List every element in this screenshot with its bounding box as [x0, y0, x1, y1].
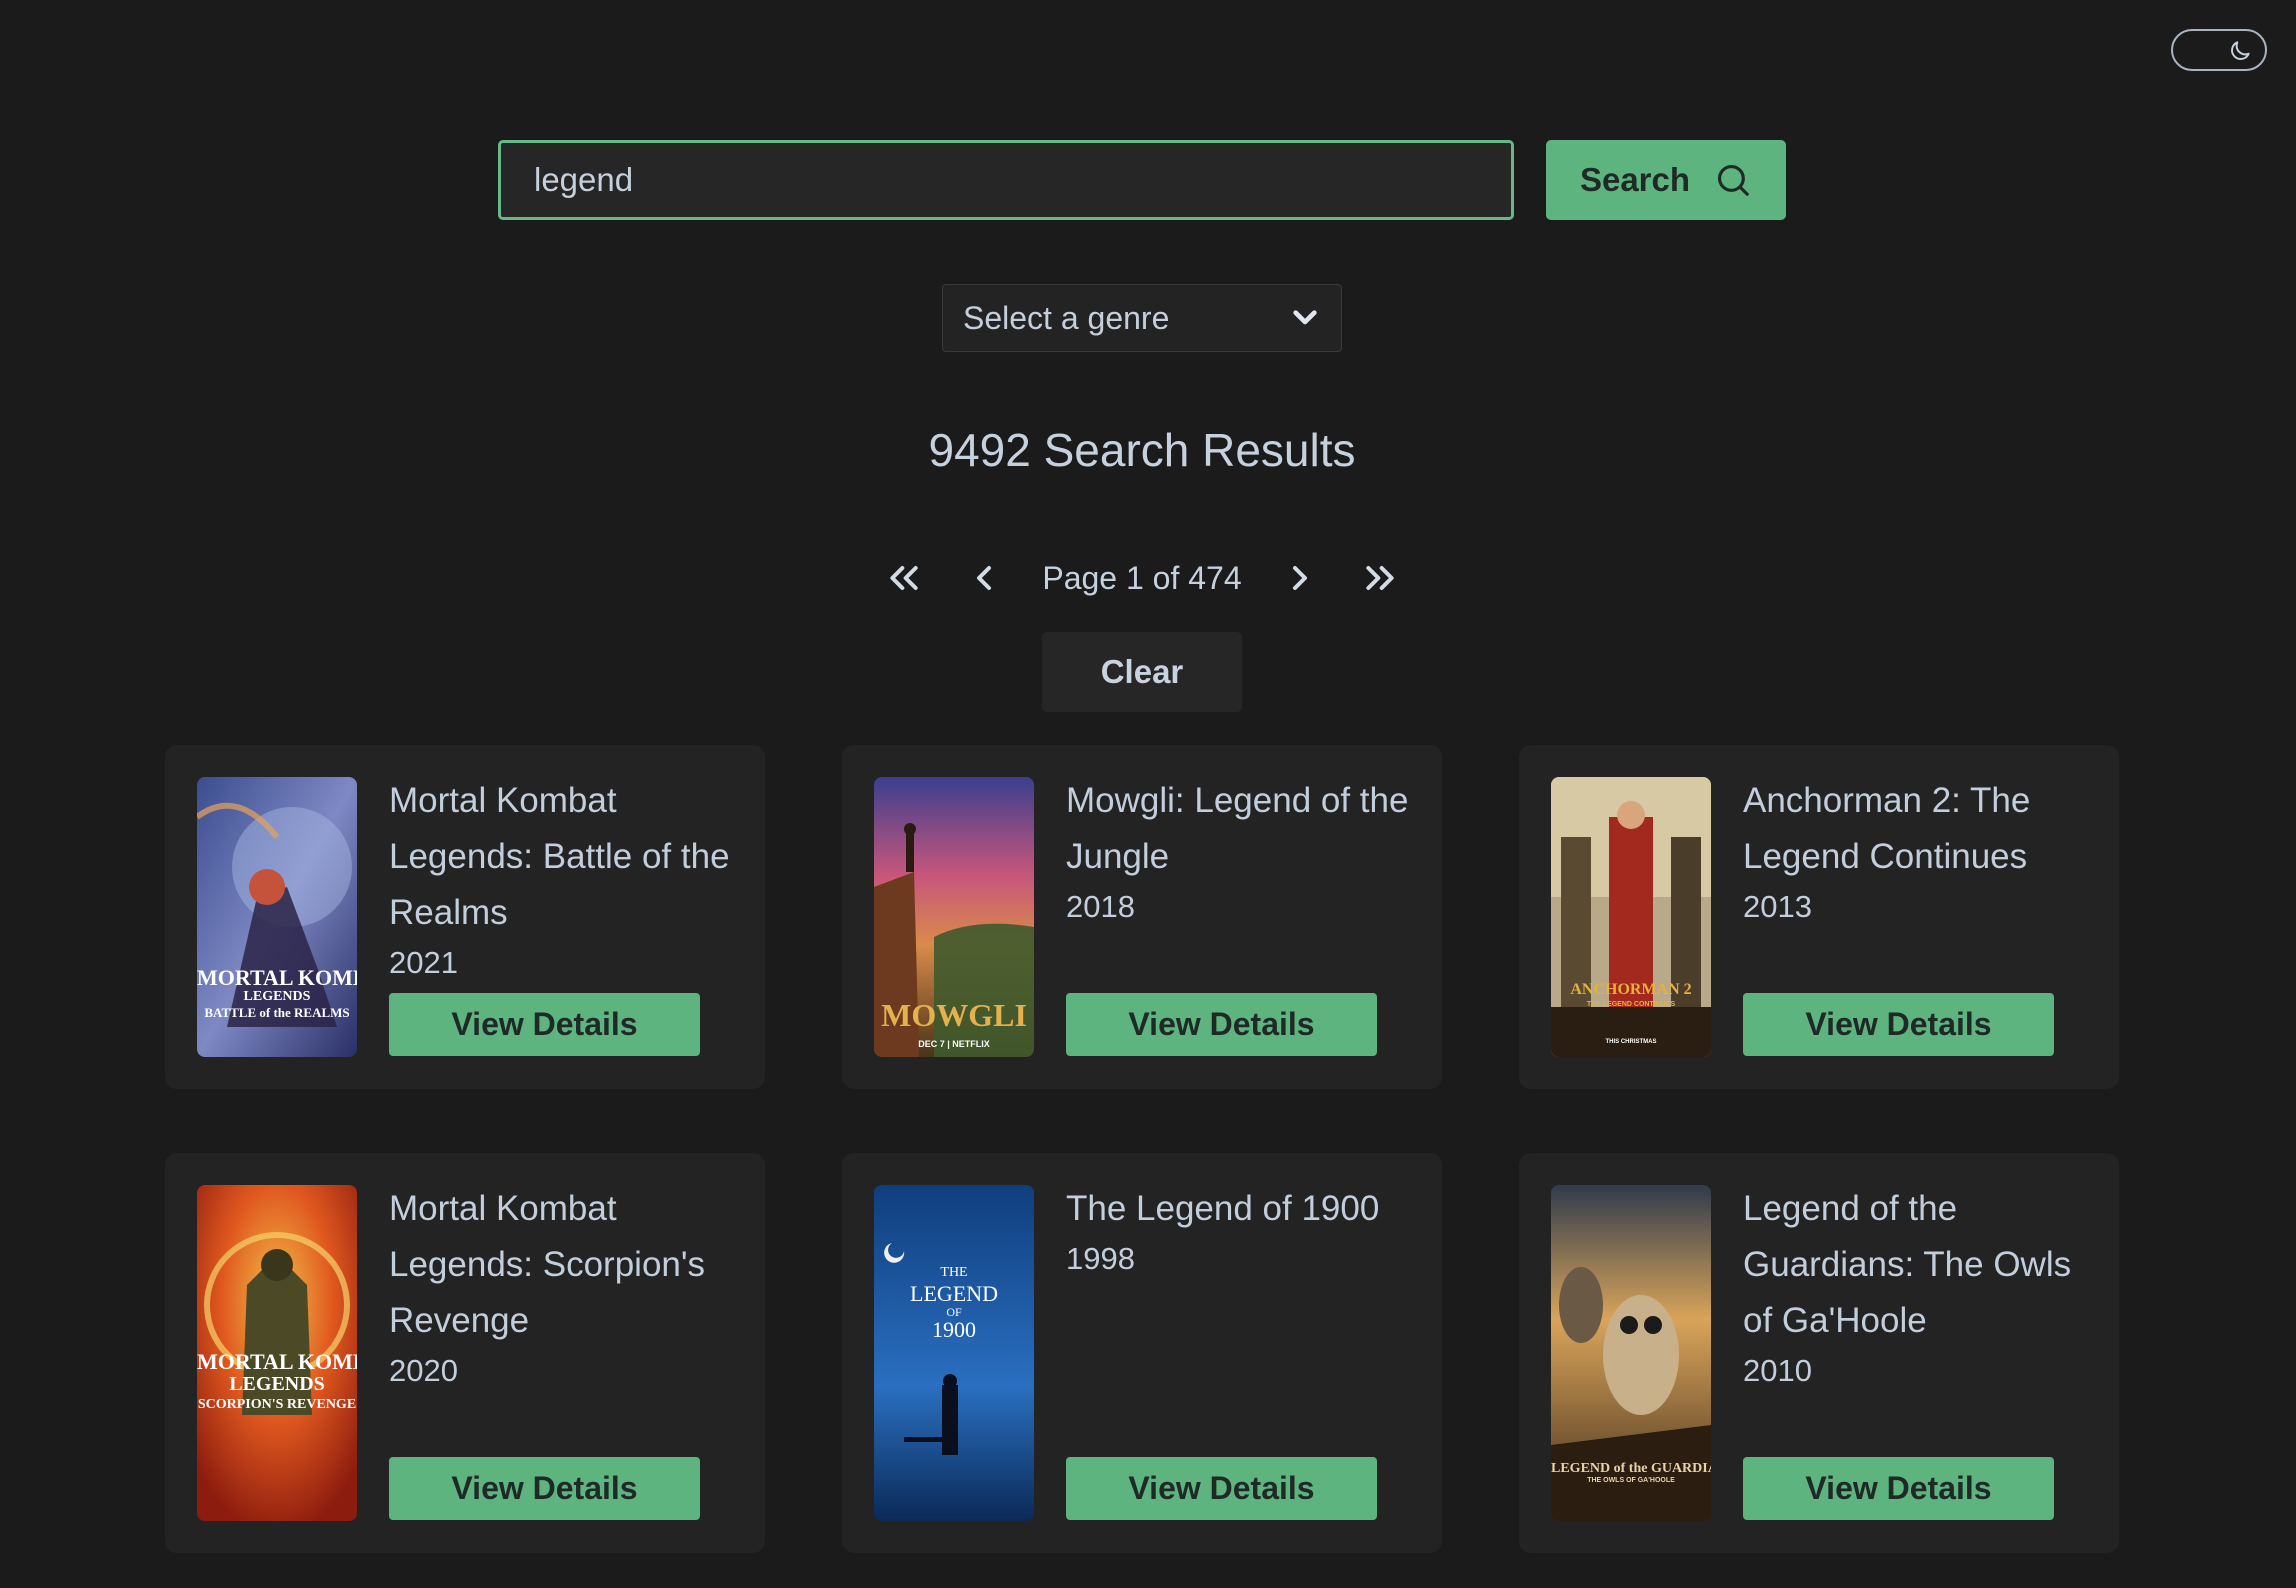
poster-title-text: MORTAL KOMBAT: [197, 965, 357, 990]
movie-info: Mowgli: Legend of the Jungle 2018: [1066, 773, 1416, 929]
movie-info: Mortal Kombat Legends: Scorpion's Reveng…: [389, 1181, 739, 1393]
movie-poster[interactable]: MORTAL KOMBAT LEGENDS SCORPION'S REVENGE: [197, 1185, 357, 1521]
movie-title: Mowgli: Legend of the Jungle: [1066, 781, 1409, 876]
view-details-button[interactable]: View Details: [1743, 993, 2054, 1056]
movie-card: MOWGLI DEC 7 | NETFLIX Mowgli: Legend of…: [842, 745, 1442, 1089]
movie-poster[interactable]: MORTAL KOMBAT LEGENDS BATTLE of the REAL…: [197, 777, 357, 1057]
search-button-label: Search: [1579, 161, 1691, 198]
double-chevron-right-icon: [1365, 566, 1394, 590]
page-indicator: Page 1 of 474: [1042, 559, 1242, 596]
poster-subtitle-text: THE LEGEND CONTINUES: [1586, 1001, 1676, 1008]
app-root: Search Select a genre 9492 Search Result…: [0, 0, 2296, 1588]
view-details-button[interactable]: View Details: [1066, 1457, 1377, 1520]
poster-title-text: LEGEND of the GUARDIANS: [1551, 1461, 1711, 1476]
poster-subtitle-text: THE OWLS OF GA'HOOLE: [1587, 1477, 1675, 1484]
movie-card: ANCHORMAN 2 THE LEGEND CONTINUES THIS CH…: [1519, 745, 2119, 1089]
poster-tagline-text: THIS CHRISTMAS: [1605, 1039, 1657, 1045]
movie-poster[interactable]: THE LEGEND OF 1900: [874, 1185, 1034, 1521]
poster-subtitle-text: LEGENDS: [243, 989, 311, 1004]
first-page-button[interactable]: [882, 556, 926, 600]
view-details-button[interactable]: View Details: [389, 993, 700, 1056]
search-input[interactable]: [498, 140, 1514, 220]
movie-poster[interactable]: ANCHORMAN 2 THE LEGEND CONTINUES THIS CH…: [1551, 777, 1711, 1057]
poster-subtitle-text: LEGENDS: [229, 1373, 325, 1395]
poster-title-text: MOWGLI: [881, 997, 1027, 1033]
pagination: Page 1 of 474: [0, 548, 2284, 608]
view-details-button[interactable]: View Details: [389, 1457, 700, 1520]
movie-info: Anchorman 2: The Legend Continues 2013: [1743, 773, 2093, 929]
poster-art: [874, 1185, 1034, 1521]
movie-title: Mortal Kombat Legends: Battle of the Rea…: [389, 781, 730, 932]
movie-year: 2021: [389, 945, 458, 980]
view-details-button[interactable]: View Details: [1743, 1457, 2054, 1520]
movie-card: THE LEGEND OF 1900 The Legend of 1900 19…: [842, 1153, 1442, 1553]
last-page-button[interactable]: [1358, 556, 1402, 600]
search-icon: [1717, 164, 1749, 196]
poster-tagline-text: SCORPION'S REVENGE: [197, 1397, 357, 1412]
poster-art: [1551, 777, 1711, 1057]
movie-info: Mortal Kombat Legends: Battle of the Rea…: [389, 773, 739, 985]
movie-card: LEGEND of the GUARDIANS THE OWLS OF GA'H…: [1519, 1153, 2119, 1553]
movie-year: 2018: [1066, 889, 1135, 924]
poster-title-text: LEGEND: [910, 1281, 998, 1306]
movie-poster[interactable]: LEGEND of the GUARDIANS THE OWLS OF GA'H…: [1551, 1185, 1711, 1521]
movie-title: Mortal Kombat Legends: Scorpion's Reveng…: [389, 1189, 706, 1340]
next-page-button[interactable]: [1278, 556, 1322, 600]
poster-tagline-text: BATTLE of the REALMS: [204, 1005, 350, 1020]
double-chevron-left-icon: [890, 566, 919, 590]
genre-select[interactable]: Select a genre: [942, 284, 1342, 352]
poster-title-text: 1900: [932, 1317, 976, 1342]
clear-button[interactable]: Clear: [1042, 632, 1242, 712]
poster-tagline-text: DEC 7 | NETFLIX: [918, 1039, 990, 1049]
movie-year: 2013: [1743, 889, 1812, 924]
movie-title: Legend of the Guardians: The Owls of Ga'…: [1743, 1189, 2072, 1340]
movie-poster[interactable]: MOWGLI DEC 7 | NETFLIX: [874, 777, 1034, 1057]
chevron-left-icon: [977, 566, 992, 590]
poster-title-text: MORTAL KOMBAT: [197, 1349, 357, 1374]
movie-year: 1998: [1066, 1241, 1135, 1276]
poster-title-text: THE: [940, 1265, 968, 1280]
search-button[interactable]: Search: [1546, 140, 1786, 220]
prev-page-button[interactable]: [962, 556, 1006, 600]
view-details-button[interactable]: View Details: [1066, 993, 1377, 1056]
poster-title-text: ANCHORMAN 2: [1570, 981, 1692, 998]
chevron-right-icon: [1292, 566, 1307, 590]
movie-card: MORTAL KOMBAT LEGENDS SCORPION'S REVENGE…: [165, 1153, 765, 1553]
movie-title: The Legend of 1900: [1066, 1189, 1380, 1228]
movie-year: 2010: [1743, 1353, 1812, 1388]
movie-info: The Legend of 1900 1998: [1066, 1181, 1416, 1281]
theme-toggle[interactable]: [2171, 29, 2267, 71]
movie-year: 2020: [389, 1353, 458, 1388]
movie-card: MORTAL KOMBAT LEGENDS BATTLE of the REAL…: [165, 745, 765, 1089]
results-count: 9492 Search Results: [928, 424, 1356, 476]
moon-icon: [2231, 41, 2250, 60]
movie-info: Legend of the Guardians: The Owls of Ga'…: [1743, 1181, 2093, 1393]
genre-select-value: Select a genre: [963, 299, 1170, 336]
chevron-down-icon: [1293, 310, 1317, 325]
movie-title: Anchorman 2: The Legend Continues: [1743, 781, 2031, 876]
